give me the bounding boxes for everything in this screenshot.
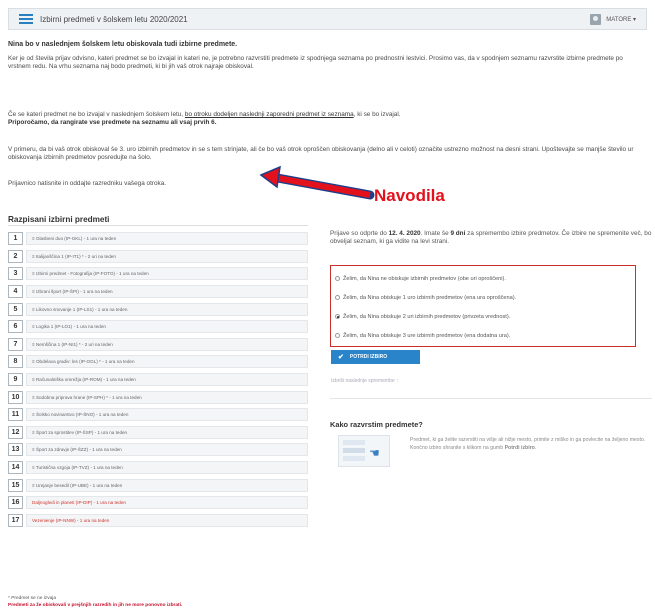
recommendation-text: Priporočamo, da rangirate vse predmete n…	[8, 119, 217, 127]
intro-link-text: bo otroku dodeljen naslednji zaporedni p…	[184, 111, 354, 118]
rank-number: 8	[8, 355, 23, 369]
rank-number: 16	[8, 496, 23, 510]
subject-row[interactable]: 14 ≡ Turistična vzgoja (IP-TVZ) - 1 ura n…	[8, 459, 308, 477]
subject-row[interactable]: 12 ≡ Šport za sprostitev (IP-ŠSP) - 1 ura…	[8, 424, 308, 442]
rank-number: 7	[8, 337, 23, 351]
hours-options: Želim, da Nina ne obiskuje izbirnih pred…	[330, 265, 636, 347]
subject-item[interactable]: ≡ Izbrani šport (IP-ŠPI) - 1 ura na tede…	[26, 285, 308, 299]
radio-button[interactable]	[335, 276, 340, 281]
divider	[8, 225, 308, 226]
rank-number: 1	[8, 232, 23, 246]
subject-row[interactable]: 3 ≡ Izbirni predmet - Fotografija (IP-FOT…	[8, 265, 308, 283]
intro-paragraph-1: Ker je od števila prijav odvisno, kateri…	[8, 55, 623, 71]
user-label: MATORE ▾	[606, 16, 636, 23]
drag-illustration: ☚	[338, 435, 390, 467]
rank-number: 5	[8, 302, 23, 316]
rank-number: 11	[8, 408, 23, 422]
subject-row[interactable]: 5 ≡ Likovno snovanje 1 (IP-LS1) - 1 ura n…	[8, 300, 308, 318]
deadline-info: Prijave so odprte do 12. 4. 2020. Imate …	[330, 230, 652, 246]
hours-option[interactable]: Želim, da Nina obiskuje 2 uri izbirnih p…	[335, 307, 631, 326]
rank-number: 12	[8, 425, 23, 439]
confirm-button[interactable]: ✔ POTRDI IZBIRO	[331, 350, 420, 364]
rank-number: 13	[8, 443, 23, 457]
rank-number: 17	[8, 513, 23, 527]
rank-number: 6	[8, 320, 23, 334]
intro-paragraph-2: Če se kateri predmet ne bo izvajal v nas…	[8, 111, 401, 127]
rank-number: 14	[8, 461, 23, 475]
subject-row[interactable]: 13 ≡ Šport za zdravje (IP-ŠZZ) - 1 ura na…	[8, 441, 308, 459]
instructions-annotation: Navodila	[258, 165, 445, 215]
subjects-title: Razpisani izbirni predmeti	[8, 215, 110, 224]
subject-row[interactable]: 2 ≡ Italijanščina 1 (IP-IT1) * - 2 uri na…	[8, 248, 308, 266]
hours-option[interactable]: Želim, da Nina ne obiskuje izbirnih pred…	[335, 269, 631, 288]
subject-row[interactable]: 9 ≡ Računalniška omrežja (IP-ROM) - 1 ura…	[8, 371, 308, 389]
howto-text: Predmet, ki ga želite razvrstiti na višj…	[410, 437, 646, 451]
subject-item[interactable]: ≡ Likovno snovanje 1 (IP-LS1) - 1 ura na…	[26, 302, 308, 316]
rank-number: 10	[8, 390, 23, 404]
subject-row[interactable]: 4 ≡ Izbrani šport (IP-ŠPI) - 1 ura na ted…	[8, 283, 308, 301]
subject-row[interactable]: 8 ≡ Obdelava gradiv: les (IP-OGL) * - 1 u…	[8, 353, 308, 371]
subject-item[interactable]: ≡ Šport za zdravje (IP-ŠZZ) - 1 ura na t…	[26, 443, 308, 457]
option-label: Želim, da Nina obiskuje 1 uro izbirnih p…	[343, 294, 517, 301]
option-label: Želim, da Nina obiskuje 3 ure izbirnih p…	[343, 332, 511, 339]
rank-number: 4	[8, 285, 23, 299]
hand-pointer-icon: ☚	[369, 446, 380, 460]
rank-number: 9	[8, 373, 23, 387]
rank-number: 3	[8, 267, 23, 281]
subject-row[interactable]: 11 ≡ Šolsko novinarstvo (IP-ŠNO) - 1 ura …	[8, 406, 308, 424]
radio-button[interactable]	[335, 295, 340, 300]
subject-row[interactable]: 6 ≡ Logika 1 (IP-LO1) - 1 ura na teden	[8, 318, 308, 336]
radio-button[interactable]	[335, 333, 340, 338]
page-title: Izbirni predmeti v šolskem letu 2020/202…	[40, 14, 188, 24]
menu-icon[interactable]	[19, 14, 33, 24]
subject-item[interactable]: ≡ Turistična vzgoja (IP-TVZ) - 1 ura na …	[26, 461, 308, 475]
history-link[interactable]: Izbriši naslednje spremembe ↑	[331, 378, 399, 384]
subject-item[interactable]: ≡ Računalniška omrežja (IP-ROM) - 1 ura …	[26, 373, 308, 387]
subject-row[interactable]: 17 Vezenienje (IP-NNW) - 1 ura na teden	[8, 512, 308, 530]
rank-number: 15	[8, 478, 23, 492]
radio-button[interactable]	[335, 314, 340, 319]
top-bar: Izbirni predmeti v šolskem letu 2020/202…	[8, 8, 647, 30]
subject-item[interactable]: ≡ Šport za sprostitev (IP-ŠSP) - 1 ura n…	[26, 425, 308, 439]
howto-title: Kako razvrstim predmete?	[330, 420, 423, 429]
hours-option[interactable]: Želim, da Nina obiskuje 3 ure izbirnih p…	[335, 326, 631, 345]
option-label: Želim, da Nina obiskuje 2 uri izbirnih p…	[343, 313, 511, 320]
annotation-label: Navodila	[374, 186, 445, 205]
footnote-warning: Predmeti za že obiskovali v prejšnjih ra…	[8, 603, 183, 608]
subject-item[interactable]: ≡ Sodobna priprava hrane (IP-SPH) * - 1 …	[26, 390, 308, 404]
subject-list: 1 ≡ Glasbeni duo (IP-GKL) - 1 ura na tede…	[8, 230, 308, 529]
subject-row[interactable]: 7 ≡ Nemščina 1 (IP-NI1) * - 2 uri na tede…	[8, 336, 308, 354]
howto-panel: Kako razvrstim predmete? ☚ Predmet, ki g…	[330, 398, 652, 474]
hours-option[interactable]: Želim, da Nina obiskuje 1 uro izbirnih p…	[335, 288, 631, 307]
intro-heading: Nina bo v naslednjem šolskem letu obisko…	[8, 41, 238, 48]
rank-number: 2	[8, 249, 23, 263]
subject-item[interactable]: ≡ Urejanje besedil (IP-UBE) - 1 ura na t…	[26, 478, 308, 492]
subject-row[interactable]: 1 ≡ Glasbeni duo (IP-GKL) - 1 ura na tede…	[8, 230, 308, 248]
subject-item[interactable]: ≡ Obdelava gradiv: les (IP-OGL) * - 1 ur…	[26, 355, 308, 369]
user-menu[interactable]: MATORE ▾	[590, 13, 636, 25]
avatar-icon	[590, 13, 602, 25]
subject-row[interactable]: 15 ≡ Urejanje besedil (IP-UBE) - 1 ura na…	[8, 476, 308, 494]
red-arrow-icon	[259, 165, 375, 200]
subject-item[interactable]: ≡ Logika 1 (IP-LO1) - 1 ura na teden	[26, 320, 308, 334]
option-label: Želim, da Nina ne obiskuje izbirnih pred…	[343, 275, 506, 282]
footnote: * Predmet se ne izvaja	[8, 596, 56, 601]
subject-item[interactable]: ≡ Glasbeni duo (IP-GKL) - 1 ura na teden	[26, 232, 308, 246]
subject-row[interactable]: 16 Daljnogledi in planeti (IP-DIP) - 1 ur…	[8, 494, 308, 512]
subject-row[interactable]: 10 ≡ Sodobna priprava hrane (IP-SPH) * - …	[8, 388, 308, 406]
subject-item[interactable]: Daljnogledi in planeti (IP-DIP) - 1 ura …	[26, 496, 308, 510]
subject-item[interactable]: ≡ Nemščina 1 (IP-NI1) * - 2 uri na teden	[26, 337, 308, 351]
subject-item[interactable]: ≡ Izbirni predmet - Fotografija (IP-FOTO…	[26, 267, 308, 281]
subject-item[interactable]: ≡ Italijanščina 1 (IP-IT1) * - 2 uri na …	[26, 249, 308, 263]
subject-item[interactable]: ≡ Šolsko novinarstvo (IP-ŠNO) - 1 ura na…	[26, 408, 308, 422]
check-icon: ✔	[338, 354, 344, 361]
intro-paragraph-3: V primeru, da bi vaš otrok obiskoval še …	[8, 146, 634, 162]
subject-item[interactable]: Vezenienje (IP-NNW) - 1 ura na teden	[26, 513, 308, 527]
